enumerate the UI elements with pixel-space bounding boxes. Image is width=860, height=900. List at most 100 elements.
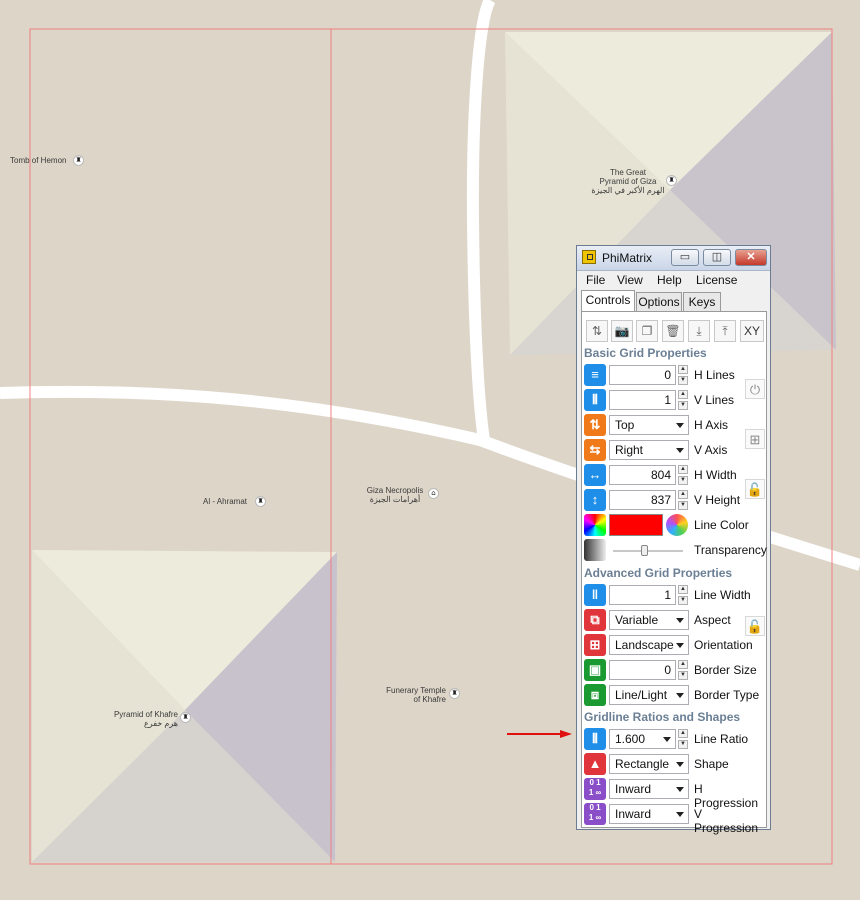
border-size-icon[interactable]: ▣ [584,659,606,681]
import-icon[interactable]: ⤓ [688,320,710,342]
khafre-pyramid-shape [32,550,337,862]
shape-select[interactable]: Rectangle [609,754,689,774]
v-height-spinner[interactable]: ▲ ▼ [678,490,688,510]
close-button[interactable]: ✕ [735,249,767,266]
border-size-input[interactable]: 0 [609,660,676,680]
tab-bar: Controls Options Keys [581,290,766,312]
color-wheel-icon[interactable] [584,514,606,536]
border-size-label: Border Size [694,663,757,677]
v-height-icon[interactable]: ↕ [584,489,606,511]
restore-button[interactable]: ◫ [703,249,731,266]
chevron-down-icon [676,762,684,767]
controls-panel: ⇅ 📷 ❐ 🗑 ⤓ ⤒ XY Basic Grid Properties ≡ 0… [581,311,767,835]
export-icon[interactable]: ⤒ [714,320,736,342]
v-progression-label: V Progression [694,807,759,835]
map-label-tomb-of-hemon[interactable]: Tomb of Hemon [10,156,66,165]
aspect-lock-icon[interactable]: 🔓 [745,616,765,636]
h-lines-icon[interactable]: ≡ [584,364,606,386]
h-lines-spinner[interactable]: ▲ ▼ [678,365,688,385]
giza-necropolis-line-1: Giza Necropolis [366,486,424,495]
map-label-giza-necropolis[interactable]: Giza Necropolis أهرامات الجيزة [360,486,430,504]
transparency-slider-thumb[interactable] [641,545,649,556]
line-width-spinner[interactable]: ▲ ▼ [678,585,688,605]
h-axis-select[interactable]: Top [609,415,689,435]
orientation-icon[interactable]: ⊞ [584,634,606,656]
map-label-funerary-temple[interactable]: Funerary Temple of Khafre [370,686,446,704]
funerary-temple-line-1: Funerary Temple [386,686,446,695]
line-ratio-icon[interactable]: ⦀ [584,728,606,750]
v-lines-input[interactable]: 1 [609,390,676,410]
minimize-button[interactable]: ▭ [671,249,699,266]
copy-icon[interactable]: ❐ [636,320,658,342]
v-height-label: V Height [694,493,741,507]
shape-icon[interactable]: ▲ [584,753,606,775]
grid-icon[interactable]: ⊞ [745,429,765,449]
chevron-down-icon [676,812,684,817]
aspect-select[interactable]: Variable [609,610,689,630]
color-picker-icon[interactable] [666,514,688,536]
line-width-icon[interactable]: ‖ [584,584,606,606]
monument-icon[interactable]: ♜ [180,712,191,723]
h-width-spinner[interactable]: ▲ ▼ [678,465,688,485]
tab-keys[interactable]: Keys [683,292,721,311]
camera-icon[interactable]: 📷 [611,320,633,342]
title-bar[interactable]: PhiMatrix ▭ ◫ ✕ [577,246,770,271]
map-label-pyramid-of-khafre[interactable]: Pyramid of Khafre هرم خفرع [100,710,178,728]
v-progression-select[interactable]: Inward [609,804,689,824]
tab-controls[interactable]: Controls [581,290,635,311]
trash-icon[interactable]: 🗑 [662,320,684,342]
border-size-spinner[interactable]: ▲ ▼ [678,660,688,680]
chevron-down-icon [676,693,684,698]
funerary-temple-line-2: of Khafre [413,695,446,704]
h-axis-icon[interactable]: ⇅ [584,414,606,436]
menu-view[interactable]: View [617,273,643,287]
monument-icon[interactable]: ♜ [666,175,677,186]
h-progression-label: H Progression [694,782,759,810]
monument-icon[interactable]: ♜ [255,496,266,507]
menu-file[interactable]: File [586,273,605,287]
xy-button[interactable]: XY [740,320,764,342]
border-type-select[interactable]: Line/Light [609,685,689,705]
line-color-swatch[interactable] [609,514,663,536]
menu-help[interactable]: Help [657,273,682,287]
monument-icon[interactable]: ♜ [73,155,84,166]
v-progression-icon[interactable]: 0 11 ∞ [584,803,606,825]
border-type-icon[interactable]: ⧈ [584,684,606,706]
lock-icon[interactable]: 🔓 [745,479,765,499]
orientation-select[interactable]: Landscape [609,635,689,655]
h-width-icon[interactable]: ↔ [584,464,606,486]
transparency-icon [584,539,606,561]
v-height-input[interactable]: 837 [609,490,676,510]
map-label-great-pyramid[interactable]: The Great Pyramid of Giza الهرم الأكبر ف… [588,168,668,195]
v-lines-spinner[interactable]: ▲ ▼ [678,390,688,410]
v-axis-select[interactable]: Right [609,440,689,460]
great-pyramid-line-2: Pyramid of Giza [599,177,657,186]
line-width-input[interactable]: 1 [609,585,676,605]
aspect-label: Aspect [694,613,731,627]
line-color-label: Line Color [694,518,749,532]
h-width-input[interactable]: 804 [609,465,676,485]
h-progression-icon[interactable]: 0 11 ∞ [584,778,606,800]
line-ratio-label: Line Ratio [694,732,749,746]
pyramid-of-khafre-line-1: Pyramid of Khafre [113,710,178,719]
h-lines-input[interactable]: 0 [609,365,676,385]
monument-icon[interactable]: ♜ [449,688,460,699]
museum-icon[interactable]: ⌂ [428,488,439,499]
sort-icon[interactable]: ⇅ [586,320,608,342]
power-icon[interactable]: ⏻ [745,379,765,399]
section-ratios-title: Gridline Ratios and Shapes [584,710,741,724]
transparency-label: Transparency [694,543,767,557]
giza-necropolis-line-2: أهرامات الجيزة [369,495,421,504]
v-axis-label: V Axis [694,443,728,457]
menu-license[interactable]: License [696,273,737,287]
h-progression-select[interactable]: Inward [609,779,689,799]
line-ratio-select[interactable]: 1.600 [609,729,676,749]
aspect-icon[interactable]: ⧉ [584,609,606,631]
section-basic-title: Basic Grid Properties [584,346,707,360]
v-axis-icon[interactable]: ⇆ [584,439,606,461]
map-label-al-ahramat[interactable]: Al - Ahramat [203,497,247,506]
tab-options[interactable]: Options [636,292,682,311]
line-ratio-spinner[interactable]: ▲ ▼ [678,729,688,749]
aspect-value: Variable [615,613,659,627]
v-lines-icon[interactable]: ⦀ [584,389,606,411]
